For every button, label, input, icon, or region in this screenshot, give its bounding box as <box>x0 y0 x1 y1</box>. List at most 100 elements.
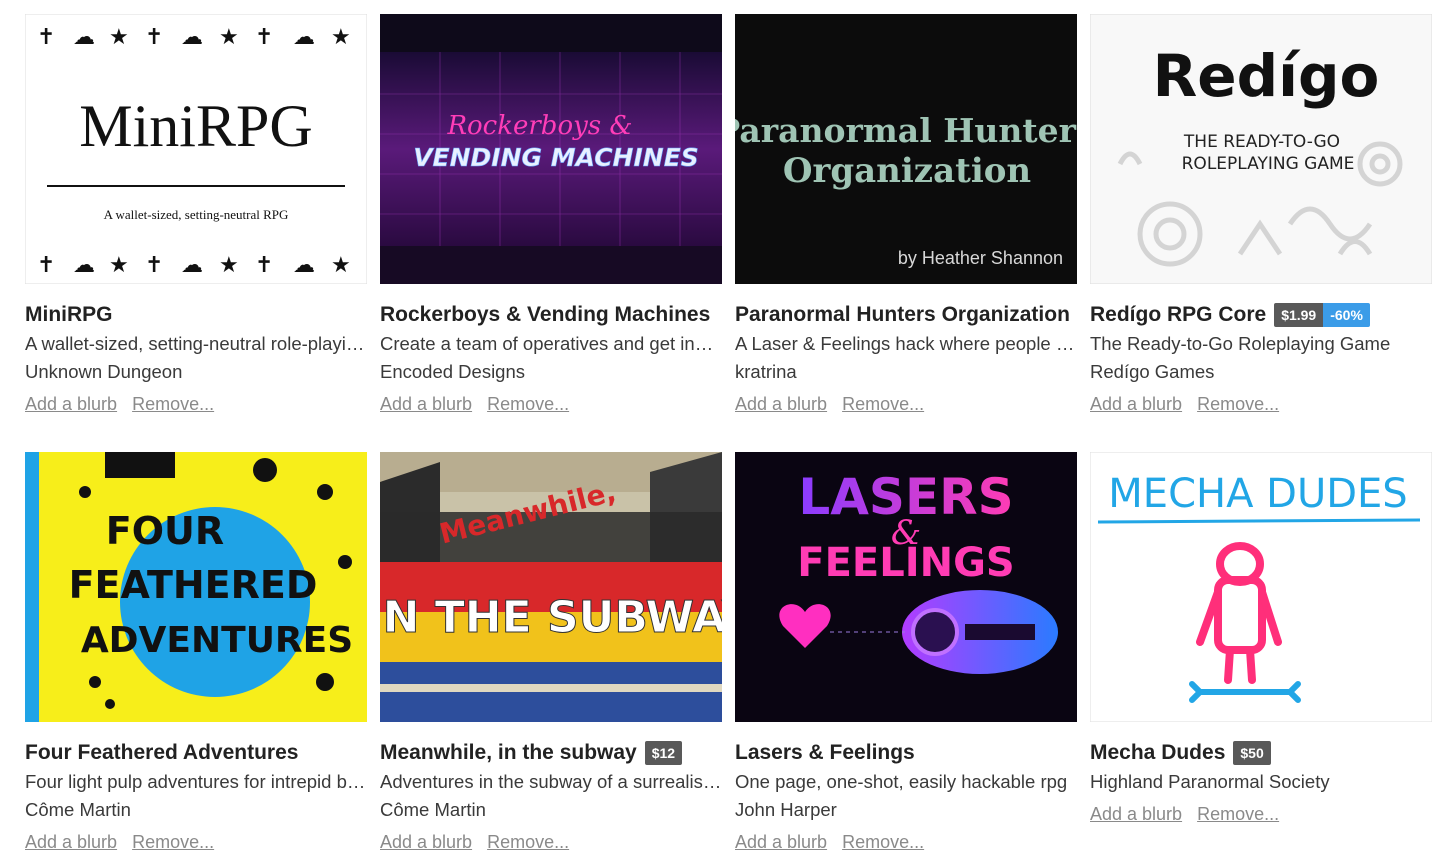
discount-badge: -60% <box>1323 303 1370 327</box>
game-title[interactable]: Meanwhile, in the subway <box>380 741 637 765</box>
game-description: Highland Paranormal Society <box>1090 771 1330 792</box>
game-author[interactable]: Redígo Games <box>1090 358 1432 386</box>
add-blurb-link[interactable]: Add a blurb <box>25 394 117 414</box>
game-cover-image[interactable]: Meanwhile, IN THE SUBWAY <box>380 452 722 722</box>
add-blurb-link[interactable]: Add a blurb <box>735 832 827 852</box>
game-cover-image[interactable]: Rockerboys & VENDING MACHINES <box>380 14 722 284</box>
remove-link[interactable]: Remove... <box>1197 394 1279 414</box>
svg-text:☁: ☁ <box>293 253 315 278</box>
lasers-feelings-cover: LASERS & FEELINGS <box>735 452 1077 722</box>
minirpg-cover: ✝ ☁ ★ ✝ ☁ ★ ✝ ☁ ★ ✝ ☁ ★ ✝ ☁ ★ ✝ ☁ ★ MiniRPG A wallet-s… <box>25 14 367 284</box>
svg-text:✝: ✝ <box>37 253 55 278</box>
cover-subtitle-2: ADVENTURES <box>81 620 353 661</box>
add-blurb-link[interactable]: Add a blurb <box>25 832 117 852</box>
price-amount: $1.99 <box>1274 303 1324 327</box>
cover-subtitle: A wallet-sized, setting-neutral RPG <box>104 207 289 222</box>
game-card: Rockerboys & VENDING MACHINES Rockerboys… <box>380 14 722 416</box>
remove-link[interactable]: Remove... <box>487 394 569 414</box>
game-cover-image[interactable]: MECHA DUDES <box>1090 452 1432 722</box>
add-blurb-link[interactable]: Add a blurb <box>380 394 472 414</box>
cover-subtitle: THE READY-TO-GO <box>1183 132 1340 152</box>
svg-text:★: ★ <box>109 253 129 278</box>
remove-link[interactable]: Remove... <box>842 832 924 852</box>
cover-byline: by Heather Shannon <box>898 248 1063 268</box>
cover-subtitle: VENDING MACHINES <box>413 143 699 172</box>
cover-title: FOUR <box>106 509 224 553</box>
svg-text:✝: ✝ <box>145 25 163 50</box>
svg-text:★: ★ <box>219 253 239 278</box>
cover-title: Redígo <box>1153 42 1380 110</box>
price-badge: $50 <box>1233 741 1271 765</box>
cover-subtitle: FEATHERED <box>69 563 318 607</box>
svg-text:★: ★ <box>219 25 239 50</box>
four-feathered-cover: FOUR FEATHERED ADVENTURES <box>25 452 367 722</box>
price-amount: $50 <box>1233 741 1271 765</box>
game-cover-image[interactable]: Paranormal Hunters Organization by Heath… <box>735 14 1077 284</box>
game-description: The Ready-to-Go Roleplaying Game <box>1090 333 1391 354</box>
game-title[interactable]: Lasers & Feelings <box>735 741 915 765</box>
cover-title: Paranormal Hunters <box>735 111 1077 150</box>
svg-text:★: ★ <box>109 25 129 50</box>
cover-title: MiniRPG <box>79 93 312 159</box>
remove-link[interactable]: Remove... <box>842 394 924 414</box>
game-description: A wallet-sized, setting-neutral role-pla… <box>25 333 365 354</box>
game-description: One page, one-shot, easily hackable rpg <box>735 771 1068 792</box>
game-card: MECHA DUDES Mecha Dudes $50 Highland Par… <box>1090 452 1432 826</box>
price-badge: $1.99 -60% <box>1274 303 1370 327</box>
add-blurb-link[interactable]: Add a blurb <box>380 832 472 852</box>
game-title[interactable]: Mecha Dudes <box>1090 741 1225 765</box>
cover-subtitle: IN THE SUBWAY <box>380 592 722 643</box>
game-card: LASERS & FEELINGS Lasers & Feelings One … <box>735 452 1077 854</box>
svg-text:✝: ✝ <box>145 253 163 278</box>
remove-link[interactable]: Remove... <box>132 394 214 414</box>
cover-subtitle: FEELINGS <box>797 540 1014 586</box>
game-cover-image[interactable]: ✝ ☁ ★ ✝ ☁ ★ ✝ ☁ ★ ✝ ☁ ★ ✝ ☁ ★ ✝ ☁ ★ MiniRPG A wallet-s… <box>25 14 367 284</box>
game-description: Four light pulp adventures for intrepid … <box>25 771 367 792</box>
svg-text:☁: ☁ <box>181 253 203 278</box>
remove-link[interactable]: Remove... <box>487 832 569 852</box>
game-description: Create a team of operatives and get invo… <box>380 333 722 354</box>
cover-subtitle: Organization <box>783 151 1031 191</box>
cover-title: MECHA DUDES <box>1108 471 1407 517</box>
svg-text:★: ★ <box>331 25 351 50</box>
cover-subtitle-2: ROLEPLAYING GAME <box>1182 154 1355 174</box>
cover-title: Rockerboys & <box>446 111 632 141</box>
game-author[interactable]: Côme Martin <box>25 796 367 824</box>
remove-link[interactable]: Remove... <box>132 832 214 852</box>
price-amount: $12 <box>644 741 683 765</box>
game-cover-image[interactable]: FOUR FEATHERED ADVENTURES <box>25 452 367 722</box>
svg-text:☁: ☁ <box>73 253 95 278</box>
mecha-dudes-cover: MECHA DUDES <box>1090 452 1432 722</box>
game-description: Adventures in the subway of a surrealist… <box>380 771 722 792</box>
svg-text:✝: ✝ <box>255 25 273 50</box>
game-title[interactable]: Redígo RPG Core <box>1090 303 1266 327</box>
game-card: Redígo THE READY-TO-GO ROLEPLAYING GAME … <box>1090 14 1432 416</box>
add-blurb-link[interactable]: Add a blurb <box>1090 394 1182 414</box>
game-card: FOUR FEATHERED ADVENTURES Four Feathered… <box>25 452 367 854</box>
game-title[interactable]: MiniRPG <box>25 303 113 327</box>
game-description: A Laser & Feelings hack where people ta… <box>735 333 1077 354</box>
game-author[interactable]: Encoded Designs <box>380 358 722 386</box>
game-author[interactable]: Unknown Dungeon <box>25 358 367 386</box>
svg-text:☁: ☁ <box>73 25 95 50</box>
add-blurb-link[interactable]: Add a blurb <box>1090 804 1182 824</box>
game-title[interactable]: Rockerboys & Vending Machines <box>380 303 710 327</box>
game-author[interactable]: John Harper <box>735 796 1077 824</box>
remove-link[interactable]: Remove... <box>1197 804 1279 824</box>
game-collection-grid: ✝ ☁ ★ ✝ ☁ ★ ✝ ☁ ★ ✝ ☁ ★ ✝ ☁ ★ ✝ ☁ ★ MiniRPG A wallet-s… <box>0 0 1456 858</box>
price-badge: $12 <box>644 741 683 765</box>
game-title[interactable]: Paranormal Hunters Organization <box>735 303 1070 327</box>
subway-cover: Meanwhile, IN THE SUBWAY <box>380 452 722 722</box>
svg-text:☁: ☁ <box>293 25 315 50</box>
game-cover-image[interactable]: LASERS & FEELINGS <box>735 452 1077 722</box>
game-cover-image[interactable]: Redígo THE READY-TO-GO ROLEPLAYING GAME <box>1090 14 1432 284</box>
svg-text:☁: ☁ <box>181 25 203 50</box>
game-card: Paranormal Hunters Organization by Heath… <box>735 14 1077 416</box>
game-title[interactable]: Four Feathered Adventures <box>25 741 298 765</box>
game-card: ✝ ☁ ★ ✝ ☁ ★ ✝ ☁ ★ ✝ ☁ ★ ✝ ☁ ★ ✝ ☁ ★ MiniRPG A wallet-s… <box>25 14 367 416</box>
game-author[interactable]: kratrina <box>735 358 1077 386</box>
game-author[interactable]: Côme Martin <box>380 796 722 824</box>
svg-text:★: ★ <box>331 253 351 278</box>
svg-text:✝: ✝ <box>255 253 273 278</box>
add-blurb-link[interactable]: Add a blurb <box>735 394 827 414</box>
